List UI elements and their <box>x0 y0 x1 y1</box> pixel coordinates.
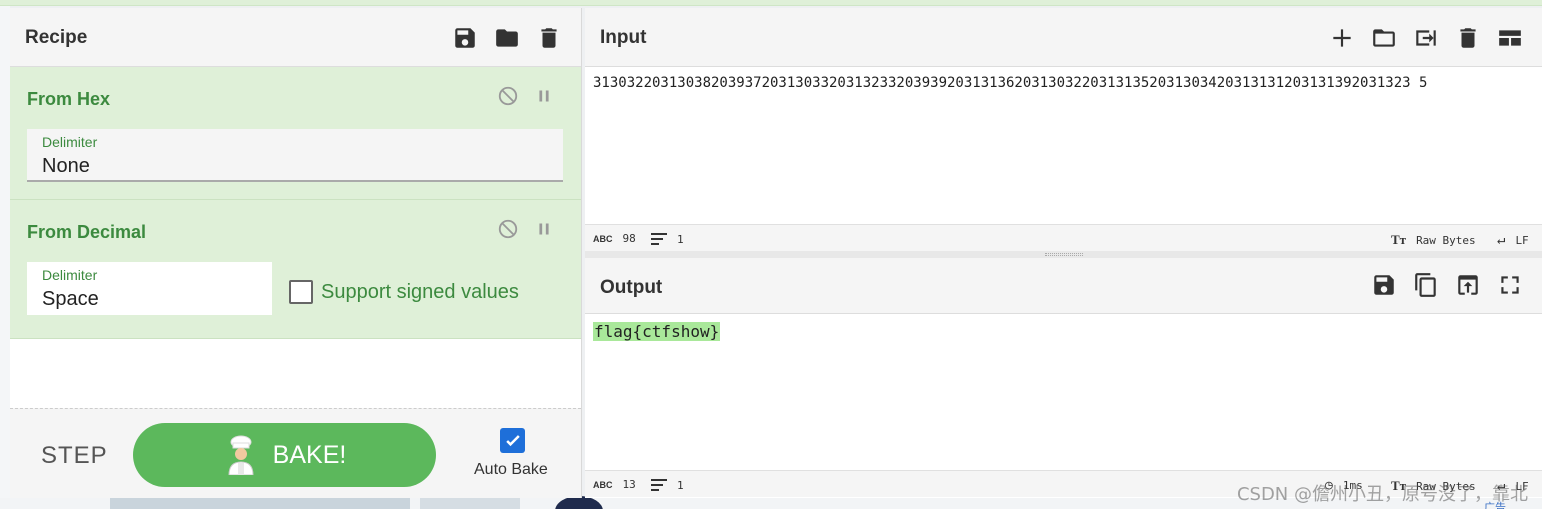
copy-icon[interactable] <box>1412 271 1440 299</box>
folder-icon[interactable] <box>493 24 521 52</box>
import-icon[interactable] <box>1412 24 1440 52</box>
checkbox-box[interactable] <box>289 280 313 304</box>
operation-from-decimal[interactable]: From Decimal Delimiter Space Support sig… <box>10 200 581 339</box>
operation-title: From Hex <box>27 89 111 109</box>
output-header: Output <box>585 258 1542 314</box>
output-length: 13 <box>622 478 636 491</box>
lines-icon <box>651 479 667 491</box>
disable-icon[interactable] <box>497 218 519 244</box>
auto-bake-label[interactable]: Auto Bake <box>474 461 548 479</box>
input-encoding[interactable]: Tт Raw Bytes <box>1391 232 1476 248</box>
trash-icon[interactable] <box>1454 24 1482 52</box>
input-eol[interactable]: ↵ LF <box>1497 232 1529 248</box>
input-header: Input <box>585 8 1542 67</box>
trash-icon[interactable] <box>535 24 563 52</box>
check-icon <box>505 434 520 446</box>
delimiter-field[interactable]: Delimiter None <box>27 129 563 182</box>
step-button[interactable]: STEP <box>41 442 108 470</box>
delimiter-label: Delimiter <box>42 267 98 283</box>
output-lines: 1 <box>677 478 684 492</box>
input-status-bar: ABC 98 1 Tт Raw Bytes ↵ LF <box>585 224 1542 251</box>
auto-bake-checkbox[interactable] <box>500 428 525 453</box>
support-signed-checkbox[interactable]: Support signed values <box>289 280 519 304</box>
delimiter-label: Delimiter <box>42 134 98 150</box>
input-textarea[interactable]: 3130322031303820393720313033203132332039… <box>593 75 1427 91</box>
input-lines: 1 <box>677 232 684 246</box>
top-strip <box>0 0 1542 6</box>
pause-icon[interactable] <box>533 85 555 111</box>
input-length: 98 <box>622 232 636 245</box>
bake-button[interactable]: BAKE! <box>133 423 436 487</box>
delimiter-value[interactable]: Space <box>42 288 99 311</box>
input-pane: Input 3130322031303820393720313033203132… <box>585 8 1542 251</box>
output-text[interactable]: flag{ctfshow} <box>593 322 721 341</box>
layout-icon[interactable] <box>1496 24 1524 52</box>
output-title: Output <box>600 277 663 298</box>
lines-icon <box>651 233 667 245</box>
delimiter-value[interactable]: None <box>42 155 90 178</box>
plus-icon[interactable] <box>1328 24 1356 52</box>
disable-icon[interactable] <box>497 85 519 111</box>
recipe-title: Recipe <box>25 27 88 48</box>
length-icon: ABC <box>593 233 613 244</box>
operation-title: From Decimal <box>27 222 147 242</box>
bake-label: BAKE! <box>272 440 347 469</box>
operation-from-hex[interactable]: From Hex Delimiter None <box>10 67 581 200</box>
recipe-header: Recipe <box>10 8 581 67</box>
folder-icon[interactable] <box>1370 24 1398 52</box>
replace-input-icon[interactable] <box>1454 271 1482 299</box>
recipe-pane: Recipe From Hex Delimiter None From Deci… <box>10 8 582 498</box>
ad-label: 广告 <box>1484 501 1506 509</box>
pause-icon[interactable] <box>533 218 555 244</box>
return-icon: ↵ <box>1497 232 1506 248</box>
pane-divider[interactable] <box>585 251 1542 258</box>
checkbox-label[interactable]: Support signed values <box>321 281 519 304</box>
output-pane: Output flag{ctfshow} ABC 13 1 ◷ 1ms Tт R… <box>585 258 1542 498</box>
chef-icon <box>228 435 254 475</box>
save-icon[interactable] <box>451 24 479 52</box>
bake-bar: STEP BAKE! Auto Bake <box>10 408 581 498</box>
delimiter-field[interactable]: Delimiter Space <box>27 262 272 315</box>
input-title: Input <box>600 27 647 48</box>
text-format-icon: Tт <box>1391 232 1407 247</box>
length-icon: ABC <box>593 479 613 490</box>
background-page <box>0 6 10 509</box>
maximize-icon[interactable] <box>1496 271 1524 299</box>
save-icon[interactable] <box>1370 271 1398 299</box>
